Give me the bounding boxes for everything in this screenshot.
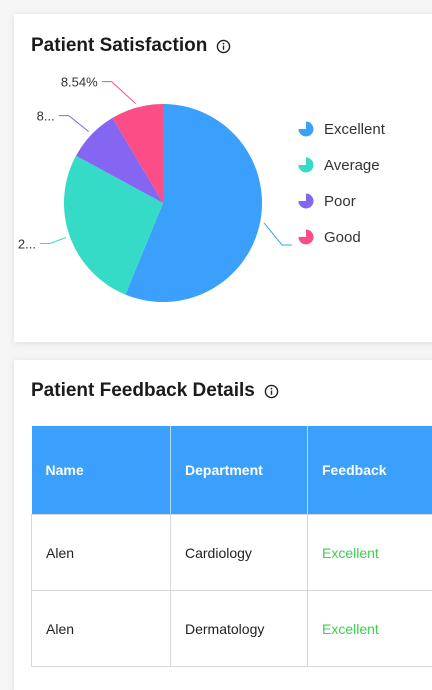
cell-name: Alen bbox=[32, 515, 171, 591]
table-header-row: Name Department Feedback bbox=[32, 426, 432, 515]
pie-slice-icon bbox=[297, 120, 315, 138]
data-label-good: 8.54% bbox=[61, 75, 98, 90]
data-label-poor: 8... bbox=[37, 109, 55, 124]
pie-slice-icon bbox=[297, 156, 315, 174]
legend-label: Average bbox=[324, 157, 380, 174]
feedback-title: Patient Feedback Details bbox=[31, 380, 255, 402]
legend-label: Poor bbox=[324, 193, 356, 210]
cell-name: Alen bbox=[32, 591, 171, 667]
cell-feedback: Excellent bbox=[308, 591, 432, 667]
pie-slice-icon bbox=[297, 192, 315, 210]
info-icon[interactable] bbox=[264, 384, 279, 399]
column-header-feedback[interactable]: Feedback bbox=[308, 426, 432, 515]
legend-item-good[interactable]: Good bbox=[297, 228, 385, 246]
label-connector-good bbox=[102, 82, 136, 104]
column-header-name[interactable]: Name bbox=[32, 426, 171, 515]
legend-label: Good bbox=[324, 229, 361, 246]
patient-satisfaction-card: Patient Satisfaction 56.19%2...8...8.54%… bbox=[14, 14, 432, 342]
table-row[interactable]: Alen Cardiology Excellent bbox=[32, 515, 432, 591]
info-icon[interactable] bbox=[216, 39, 231, 54]
cell-feedback: Excellent bbox=[308, 515, 432, 591]
pie-chart[interactable]: 56.19%2...8...8.54% bbox=[14, 74, 294, 334]
legend-item-poor[interactable]: Poor bbox=[297, 192, 385, 210]
legend-item-average[interactable]: Average bbox=[297, 156, 385, 174]
chart-legend: Excellent Average Poor Good bbox=[297, 120, 385, 246]
satisfaction-title: Patient Satisfaction bbox=[31, 35, 207, 57]
satisfaction-title-row: Patient Satisfaction bbox=[31, 35, 231, 57]
cell-department: Cardiology bbox=[171, 515, 308, 591]
table-row[interactable]: Alen Dermatology Excellent bbox=[32, 591, 432, 667]
label-connector-excellent bbox=[264, 223, 292, 245]
label-connector-poor bbox=[59, 116, 89, 132]
legend-item-excellent[interactable]: Excellent bbox=[297, 120, 385, 138]
legend-label: Excellent bbox=[324, 121, 385, 138]
patient-feedback-card: Patient Feedback Details Name Department… bbox=[14, 360, 432, 690]
feedback-table: Name Department Feedback Alen Cardiology… bbox=[31, 426, 432, 667]
pie-slice-icon bbox=[297, 228, 315, 246]
column-header-department[interactable]: Department bbox=[171, 426, 308, 515]
feedback-title-row: Patient Feedback Details bbox=[31, 380, 279, 402]
cell-department: Dermatology bbox=[171, 591, 308, 667]
label-connector-average bbox=[40, 238, 66, 244]
data-label-average: 2... bbox=[18, 237, 36, 252]
